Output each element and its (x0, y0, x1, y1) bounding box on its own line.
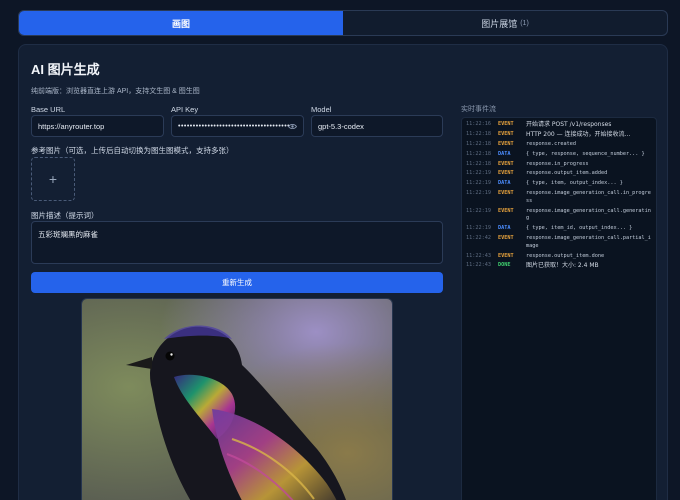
event-row: 11:22:19 DATA { type, item, output_index..… (466, 180, 652, 188)
event-stream-title: 实时事件流 (461, 106, 496, 113)
event-message: 图片已获取！大小: 2.4 MB (526, 262, 599, 270)
event-tag: DATA (498, 150, 511, 157)
eye-icon[interactable] (288, 122, 297, 131)
event-time: 11:22:19 (466, 170, 491, 177)
event-time: 11:22:42 (466, 235, 491, 242)
tab-draw[interactable]: 画图 (19, 11, 343, 35)
event-message: response.image_generation_call.partial_i… (526, 235, 651, 249)
event-time: 11:22:18 (466, 160, 491, 167)
event-message: response.image_generation_call.generatin… (526, 207, 651, 222)
event-tag: EVENT (498, 252, 514, 259)
event-tag: EVENT (498, 170, 514, 177)
event-row: 11:22:19 EVENT response.output_item.added (466, 170, 652, 178)
event-tag: EVENT (498, 140, 514, 147)
event-time: 11:22:18 (466, 150, 491, 157)
api-key-value: ••••••••••••••••••••••••••••••••••••••••… (178, 122, 290, 130)
event-time: 11:22:19 (466, 207, 491, 214)
tab-gallery-label: 图片展馆 (481, 18, 518, 29)
tab-gallery[interactable]: 图片展馆 (1) (343, 11, 667, 35)
base-url-label: Base URL (31, 105, 66, 114)
event-row: 11:22:43 EVENT response.output_item.done (466, 253, 652, 261)
event-tag: EVENT (498, 235, 514, 242)
event-row: 11:22:43 DONE 图片已获取！大小: 2.4 MB (466, 262, 652, 270)
event-time: 11:22:19 (466, 180, 491, 187)
sparrow-image (82, 299, 392, 500)
event-row: 11:22:19 EVENT response.image_generation_c… (466, 208, 652, 223)
event-message: response.created (526, 140, 576, 147)
event-tag: EVENT (498, 130, 514, 137)
event-row: 11:22:19 EVENT response.image_generation_c… (466, 190, 652, 205)
event-message: 开始请求 POST /v1/responses (526, 121, 612, 128)
event-time: 11:22:18 (466, 130, 491, 137)
event-time: 11:22:43 (466, 252, 491, 259)
main-card: AI 图片生成 纯前端版：浏览器直连上游 API，支持文生图 & 图生图 Bas… (18, 44, 668, 500)
event-message: response.output_item.done (526, 252, 605, 259)
event-message: { type, response, sequence_number... } (526, 150, 645, 157)
event-time: 11:22:43 (466, 262, 491, 269)
event-tag: EVENT (498, 160, 514, 167)
api-key-label: API Key (171, 105, 199, 114)
event-tag: EVENT (498, 207, 514, 214)
model-label: Model (311, 105, 332, 114)
event-tag: DATA (498, 225, 511, 232)
event-tag: DATA (498, 180, 511, 187)
event-message: response.output_item.added (526, 170, 608, 177)
event-tag: DONE (498, 262, 511, 269)
event-time: 11:22:18 (466, 140, 491, 147)
reference-images-label: 参考图片（可选，上传后自动切换为图生图模式，支持多张） (31, 146, 234, 155)
event-message: HTTP 200 — 连接成功，开始接收流… (526, 130, 631, 138)
event-stream-panel[interactable]: 11:22:16 EVENT 开始请求 POST /v1/responses 11:2… (461, 117, 657, 500)
event-time: 11:22:19 (466, 225, 491, 232)
regenerate-button[interactable]: 重新生成 (31, 272, 443, 293)
event-message: { type, item, output_index... } (526, 180, 623, 187)
event-tag: EVENT (498, 121, 514, 127)
event-row: 11:22:18 DATA { type, response, sequence_n… (466, 151, 652, 159)
generated-image (81, 298, 393, 500)
event-message: response.image_generation_call.in_progre… (526, 190, 651, 204)
event-message: { type, item_id, output_index... } (526, 225, 633, 232)
page-subtitle: 纯前端版：浏览器直连上游 API，支持文生图 & 图生图 (31, 88, 200, 95)
tab-draw-label: 画图 (171, 18, 190, 29)
event-time: 11:22:19 (466, 190, 491, 197)
event-row: 11:22:19 DATA { type, item_id, output_inde… (466, 225, 652, 233)
event-message: response.in_progress (526, 160, 589, 167)
api-key-input[interactable]: ••••••••••••••••••••••••••••••••••••••••… (171, 115, 304, 137)
mode-tabs: 画图 图片展馆 (1) (18, 10, 668, 36)
event-row: 11:22:42 EVENT response.image_generation_c… (466, 235, 652, 250)
event-tag: EVENT (498, 190, 514, 197)
event-row: 11:22:16 EVENT 开始请求 POST /v1/responses (466, 121, 652, 129)
event-row: 11:22:18 EVENT response.in_progress (466, 161, 652, 169)
base-url-input[interactable]: https://anyrouter.top (31, 115, 164, 137)
model-input[interactable]: gpt-5.3-codex (311, 115, 443, 137)
gallery-count-badge: (1) (520, 19, 529, 27)
prompt-label: 图片描述（提示词） (31, 211, 99, 220)
page-title: AI 图片生成 (31, 62, 100, 77)
event-row: 11:22:18 EVENT HTTP 200 — 连接成功，开始接收流… (466, 131, 652, 139)
plus-icon: + (48, 171, 58, 187)
upload-reference-button[interactable]: + (31, 157, 75, 201)
event-row: 11:22:18 EVENT response.created (466, 141, 652, 149)
event-time: 11:22:16 (466, 121, 491, 127)
prompt-textarea[interactable]: 五彩斑斓黑的麻雀 (31, 221, 443, 264)
